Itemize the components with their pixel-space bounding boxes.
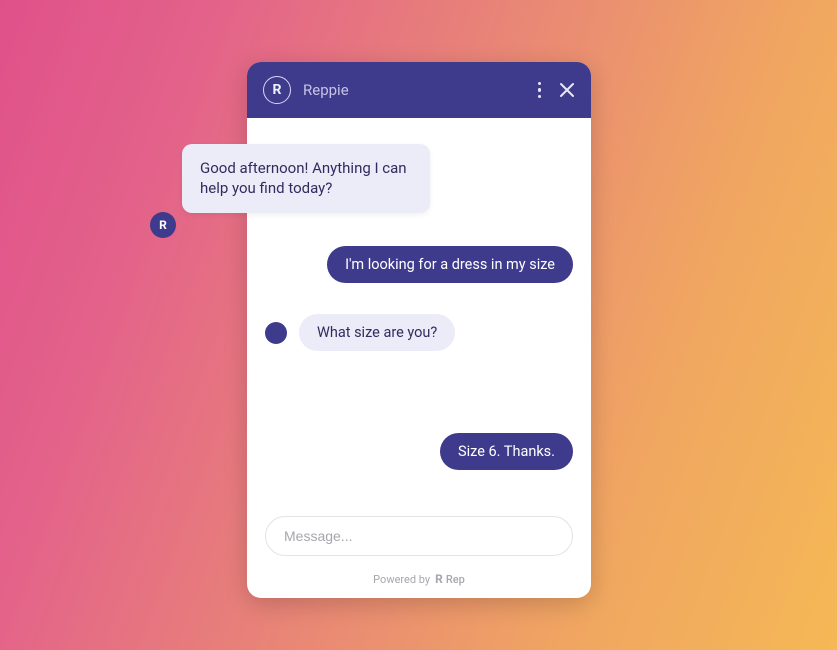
user-message: I'm looking for a dress in my size <box>327 246 573 283</box>
footer-brand[interactable]: R Rep <box>435 572 465 586</box>
chat-footer: Powered by R Rep <box>247 564 591 598</box>
bot-message: What size are you? <box>299 314 455 351</box>
brand-badge: R <box>263 76 291 104</box>
brand-letter: R <box>273 83 282 97</box>
chat-body: R Good afternoon! Anything I can help yo… <box>247 118 591 516</box>
bot-avatar-icon <box>265 322 287 344</box>
bot-message-row: What size are you? <box>265 314 455 351</box>
user-message-row: Size 6. Thanks. <box>440 433 573 470</box>
footer-brand-name: Rep <box>446 573 465 586</box>
brand-title: Reppie <box>303 81 538 99</box>
bot-message: Good afternoon! Anything I can help you … <box>182 144 430 213</box>
user-message: Size 6. Thanks. <box>440 433 573 470</box>
footer-logo-icon: R <box>435 572 443 586</box>
message-input[interactable] <box>265 516 573 556</box>
chat-header: R Reppie <box>247 62 591 118</box>
footer-prefix: Powered by <box>373 573 430 586</box>
bot-avatar-icon: R <box>150 212 176 238</box>
user-message-row: I'm looking for a dress in my size <box>327 246 573 283</box>
menu-icon[interactable] <box>538 82 542 99</box>
input-area <box>247 516 591 564</box>
close-icon[interactable] <box>559 82 575 98</box>
chat-widget: R Reppie R Good afternoon! Anything I ca… <box>247 62 591 598</box>
header-actions <box>538 82 576 99</box>
